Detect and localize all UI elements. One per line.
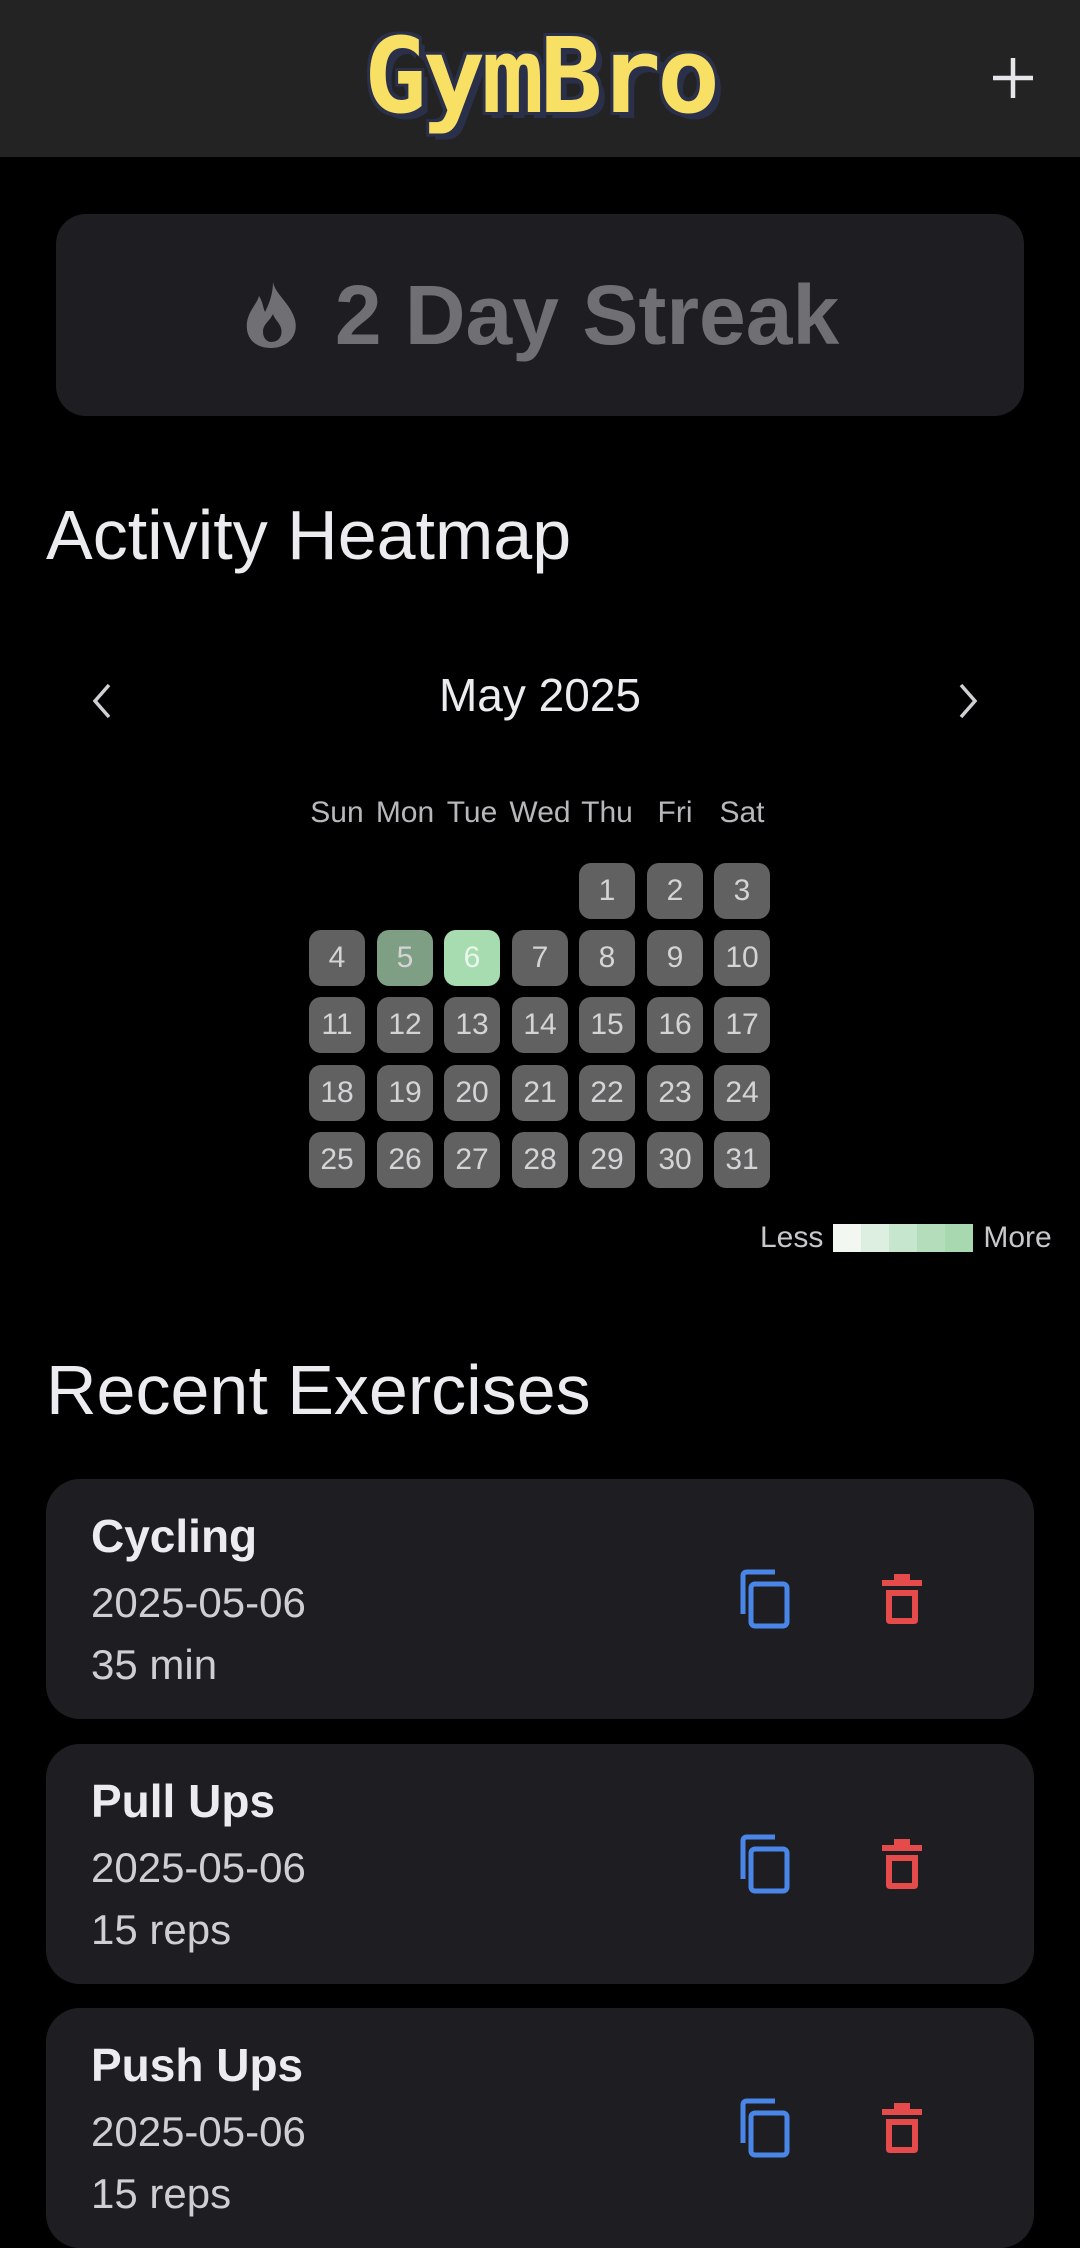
calendar-day[interactable]: 4	[309, 930, 365, 986]
legend-swatches	[833, 1224, 974, 1252]
trash-icon	[880, 2101, 924, 2160]
legend-swatch	[945, 1224, 974, 1252]
legend-more-label: More	[983, 1221, 1052, 1254]
exercise-card[interactable]: Cycling 2025-05-06 35 min	[46, 1479, 1034, 1719]
calendar-day[interactable]: 15	[579, 997, 635, 1053]
copy-exercise-button[interactable]	[730, 2094, 802, 2166]
calendar-day[interactable]: 25	[309, 1132, 365, 1188]
calendar-day[interactable]: 2	[647, 863, 703, 919]
copy-exercise-button[interactable]	[730, 1830, 802, 1902]
streak-text: 2 Day Streak	[334, 267, 840, 362]
calendar-day[interactable]: 22	[579, 1065, 635, 1121]
calendar-day[interactable]: 7	[512, 930, 568, 986]
calendar-day[interactable]: 10	[714, 930, 770, 986]
month-label: May 2025	[438, 669, 641, 721]
exercise-card[interactable]: Push Ups 2025-05-06 15 reps	[46, 2008, 1034, 2248]
app-header: GymBro	[0, 0, 1080, 157]
weekday-label: Fri	[657, 796, 693, 829]
calendar-day[interactable]: 13	[444, 997, 500, 1053]
copy-icon	[737, 1568, 795, 1635]
calendar-day[interactable]: 17	[714, 997, 770, 1053]
calendar-day[interactable]: 11	[309, 997, 365, 1053]
delete-exercise-button[interactable]	[866, 1565, 938, 1637]
exercise-card[interactable]: Pull Ups 2025-05-06 15 reps	[46, 1744, 1034, 1984]
calendar-day[interactable]: 24	[714, 1065, 770, 1121]
app-logo-text: GymBro	[364, 15, 720, 137]
exercise-name: Cycling	[91, 1510, 258, 1562]
weekday-label: Thu	[581, 796, 633, 829]
recent-exercises-title: Recent Exercises	[46, 1351, 591, 1429]
streak-card: 2 Day Streak	[56, 214, 1024, 416]
calendar-day[interactable]: 31	[714, 1132, 770, 1188]
weekday-label: Tue	[446, 796, 498, 829]
copy-exercise-button[interactable]	[730, 1565, 802, 1637]
exercise-detail: 35 min	[91, 1641, 218, 1688]
exercise-detail: 15 reps	[91, 1906, 232, 1953]
trash-icon	[880, 1837, 924, 1896]
legend-less-label: Less	[760, 1221, 824, 1254]
app-logo: GymBro	[340, 18, 740, 134]
calendar-day[interactable]: 19	[377, 1065, 433, 1121]
copy-icon	[737, 2097, 795, 2164]
calendar-day[interactable]: 20	[444, 1065, 500, 1121]
calendar-day[interactable]: 26	[377, 1132, 433, 1188]
calendar-day[interactable]: 1	[579, 863, 635, 919]
exercise-date: 2025-05-06	[91, 2108, 306, 2155]
legend-swatch	[861, 1224, 890, 1252]
calendar-day[interactable]: 9	[647, 930, 703, 986]
delete-exercise-button[interactable]	[866, 1830, 938, 1902]
plus-icon	[993, 58, 1033, 98]
exercise-detail: 15 reps	[91, 2170, 232, 2217]
exercise-date: 2025-05-06	[91, 1579, 306, 1626]
next-month-button[interactable]	[928, 665, 1008, 737]
prev-month-button[interactable]	[62, 665, 142, 737]
delete-exercise-button[interactable]	[866, 2094, 938, 2166]
calendar-day[interactable]: 16	[647, 997, 703, 1053]
calendar-day[interactable]: 14	[512, 997, 568, 1053]
calendar-day[interactable]: 30	[647, 1132, 703, 1188]
weekday-label: Mon	[375, 796, 435, 829]
calendar-day[interactable]: 21	[512, 1065, 568, 1121]
calendar-day[interactable]: 18	[309, 1065, 365, 1121]
add-exercise-button[interactable]	[975, 40, 1051, 116]
legend-swatch	[889, 1224, 918, 1252]
weekday-label: Wed	[509, 796, 571, 829]
chevron-left-icon	[92, 683, 111, 719]
exercise-name: Pull Ups	[91, 1775, 276, 1827]
calendar-day[interactable]: 5	[377, 930, 433, 986]
calendar-day[interactable]: 12	[377, 997, 433, 1053]
legend-swatch	[833, 1224, 862, 1252]
legend-swatch	[917, 1224, 946, 1252]
calendar-day[interactable]: 6	[444, 930, 500, 986]
copy-icon	[737, 1833, 795, 1900]
chevron-right-icon	[959, 683, 978, 719]
weekday-label: Sat	[719, 796, 765, 829]
calendar-day[interactable]: 27	[444, 1132, 500, 1188]
weekday-label: Sun	[310, 796, 364, 829]
exercise-name: Push Ups	[91, 2039, 304, 2091]
calendar-day[interactable]: 3	[714, 863, 770, 919]
exercise-date: 2025-05-06	[91, 1844, 306, 1891]
flame-icon	[246, 282, 296, 348]
calendar-day[interactable]: 28	[512, 1132, 568, 1188]
calendar-day[interactable]: 29	[579, 1132, 635, 1188]
heatmap-legend: Less More	[760, 1218, 1052, 1258]
calendar-day[interactable]: 8	[579, 930, 635, 986]
trash-icon	[880, 1572, 924, 1631]
heatmap-title: Activity Heatmap	[46, 496, 572, 574]
calendar-day[interactable]: 23	[647, 1065, 703, 1121]
